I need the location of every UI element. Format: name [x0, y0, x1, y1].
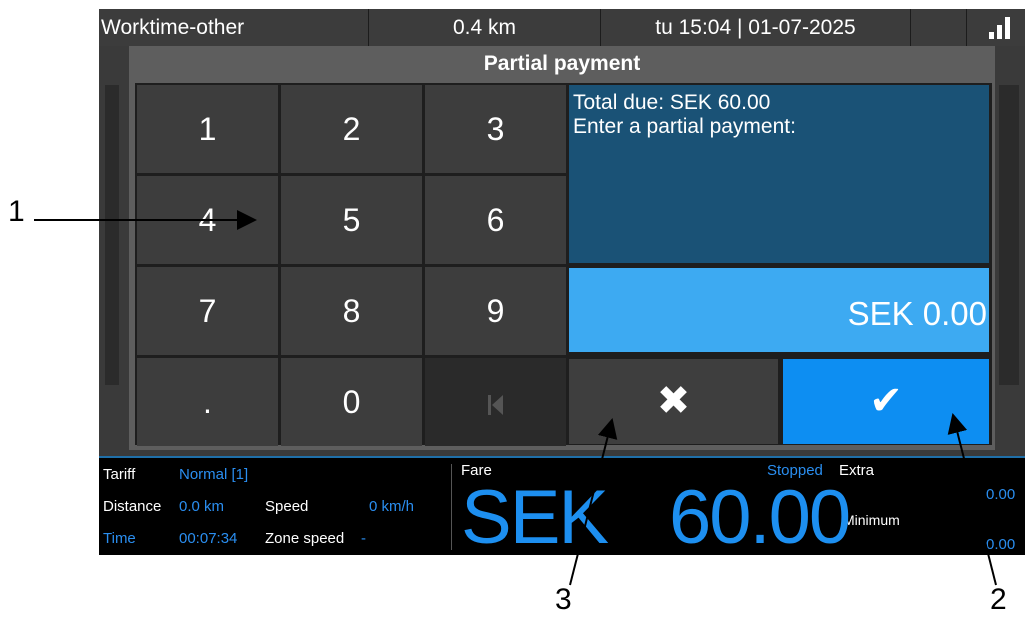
callout-arrows	[34, 210, 997, 586]
